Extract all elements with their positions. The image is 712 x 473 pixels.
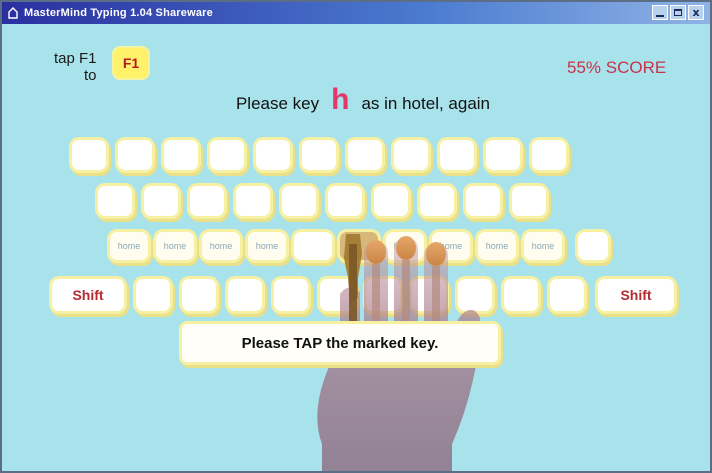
- close-icon: x: [692, 6, 700, 19]
- minimize-button[interactable]: [652, 5, 668, 20]
- home-key-label: home: [117, 241, 141, 251]
- home-key-label: home: [531, 241, 555, 251]
- help-hint-label: tap F1 to: [54, 50, 97, 84]
- help-hint-text: tap F1 to: [54, 50, 97, 84]
- keyboard-key: [532, 140, 566, 170]
- keyboard-key: [236, 186, 270, 216]
- home-key-label: home: [255, 241, 279, 251]
- keyboard-key: [228, 279, 262, 311]
- target-letter: h: [331, 83, 350, 116]
- keyboard-key: [302, 140, 336, 170]
- prompt-prefix: Please key: [235, 94, 320, 113]
- home-key-a: home: [110, 232, 148, 260]
- home-key-d: home: [202, 232, 240, 260]
- help-f1-button[interactable]: F1: [114, 48, 148, 78]
- app-window: MasterMind Typing 1.04 Shareware x tap F…: [0, 0, 712, 473]
- keyboard-key: [440, 140, 474, 170]
- home-key-label: home: [485, 241, 509, 251]
- keyboard-key: [328, 186, 362, 216]
- shift-key-label: Shift: [72, 287, 104, 303]
- score-display: 55% SCORE: [567, 58, 667, 77]
- keyboard-key: [550, 279, 584, 311]
- keyboard-key: [466, 186, 500, 216]
- window-title: MasterMind Typing 1.04 Shareware: [24, 7, 213, 19]
- shift-key-label: Shift: [620, 287, 652, 303]
- keyboard-key: [394, 140, 428, 170]
- keyboard-key: [374, 186, 408, 216]
- keyboard-key: [578, 232, 608, 260]
- keyboard-key: [144, 186, 178, 216]
- home-key-label: home: [209, 241, 233, 251]
- help-f1-label: F1: [122, 55, 140, 71]
- keyboard-key: [136, 279, 170, 311]
- keyboard-key: [210, 140, 244, 170]
- instruction-text: Please TAP the marked key.: [241, 334, 439, 352]
- keyboard-key: [512, 186, 546, 216]
- prompt-suffix: as in hotel, again: [361, 94, 491, 113]
- window-controls: x: [652, 5, 704, 20]
- title-bar[interactable]: MasterMind Typing 1.04 Shareware x: [2, 2, 710, 24]
- keyboard-key: [504, 279, 538, 311]
- keyboard-key: [118, 140, 152, 170]
- instruction-message: Please TAP the marked key.: [182, 324, 498, 362]
- keyboard-key: [164, 140, 198, 170]
- keyboard-key: [98, 186, 132, 216]
- home-key-s: home: [156, 232, 194, 260]
- keyboard-key: [348, 140, 382, 170]
- app-icon: [6, 6, 20, 20]
- keyboard-key: [486, 140, 520, 170]
- home-key-l: home: [478, 232, 516, 260]
- close-button[interactable]: x: [688, 5, 704, 20]
- shift-key-right: Shift: [598, 279, 674, 311]
- typing-prompt: Please key h as in hotel, again: [2, 83, 710, 121]
- keyboard-key: [182, 279, 216, 311]
- shift-key-left: Shift: [52, 279, 124, 311]
- home-key-f: home: [248, 232, 286, 260]
- minimize-icon: [656, 14, 664, 17]
- keyboard-key: [420, 186, 454, 216]
- maximize-button[interactable]: [670, 5, 686, 20]
- home-key-label: home: [163, 241, 187, 251]
- keyboard-key: [190, 186, 224, 216]
- keyboard-key: [256, 140, 290, 170]
- keyboard-key: [282, 186, 316, 216]
- maximize-icon: [674, 9, 682, 16]
- home-key-semicolon: home: [524, 232, 562, 260]
- keyboard-key: [72, 140, 106, 170]
